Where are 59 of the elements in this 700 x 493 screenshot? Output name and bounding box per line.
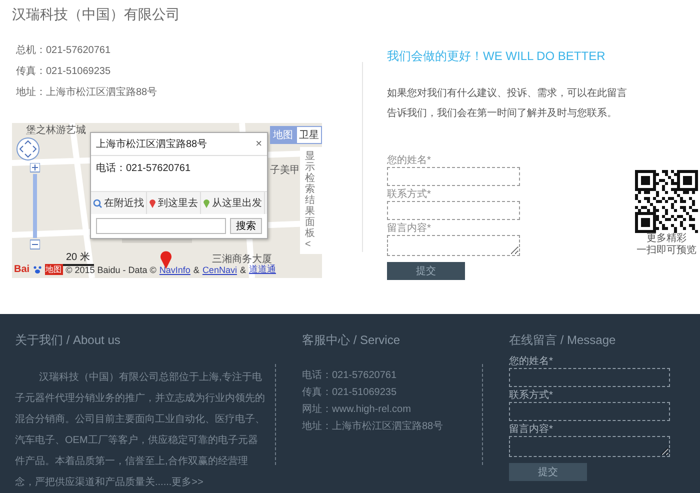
- copyright-link[interactable]: 道道通: [248, 263, 276, 276]
- map-label: 三湘商务大厦: [212, 252, 272, 265]
- footer-title: 在线留言 / Message: [509, 332, 617, 349]
- service-line: 地址：上海市松江区泗宝路88号: [302, 420, 444, 434]
- message-textarea[interactable]: [509, 436, 670, 457]
- qr-caption: 一扫即可预览: [636, 245, 696, 257]
- more-link[interactable]: 更多>>: [172, 477, 204, 488]
- search-button[interactable]: 搜索: [230, 218, 262, 234]
- popup-phone: 电话：021-57620761: [95, 162, 192, 176]
- field-label: 联系方式*: [387, 188, 432, 201]
- pan-control-icon[interactable]: [16, 137, 40, 161]
- contact-line: 地址：上海市松江区泗宝路88号: [15, 86, 158, 100]
- close-button[interactable]: ×: [256, 137, 262, 151]
- footer-title: 客服中心 / Service: [302, 332, 402, 349]
- feedback-textarea[interactable]: [387, 235, 520, 256]
- feedback-input[interactable]: [387, 201, 520, 220]
- service-line: 网址：www.high-rel.com: [302, 402, 412, 417]
- popup-action-button[interactable]: 从这里出发: [201, 192, 265, 214]
- popup-action-button[interactable]: 在附近找: [91, 192, 147, 214]
- map-logo: Bai: [14, 264, 30, 275]
- feedback-input[interactable]: [387, 167, 520, 186]
- field-label: 联系方式*: [509, 389, 554, 402]
- map-type-tab[interactable]: 卫星: [296, 126, 322, 144]
- field-label: 留言内容*: [509, 423, 554, 436]
- copyright-link[interactable]: CenNavi: [202, 264, 237, 274]
- service-line: 传真：021-51069235: [302, 386, 398, 400]
- pin-icon: [149, 198, 156, 208]
- submit-button[interactable]: 提交: [387, 262, 465, 280]
- map-logo-suffix: 地图: [44, 264, 63, 275]
- qr-caption: 更多精彩: [646, 233, 686, 244]
- service-line: 电话：021-57620761: [302, 368, 398, 383]
- zoom-slider-icon[interactable]: [30, 163, 40, 251]
- copyright-text: © 2015 Baidu - Data ©: [66, 264, 156, 274]
- contact-line: 总机：021-57620761: [15, 44, 112, 58]
- search-icon: [93, 198, 102, 208]
- search-input[interactable]: [96, 218, 226, 234]
- pin-icon: [203, 198, 210, 208]
- about-text: 汉瑞科技（中国）有限公司总部位于上海,专注于电子元器件代理分销业务的推广，并立志成为行业内领先的混合分销商。公司目前主要面向工业自动化、医疗电子、汽车电子、OEM工厂等客户，供应稳定可靠的电子元器件产品。本着品质第一，信誉至上,合作双赢的经营理念，严把供应渠道和产品质量关......更多>>: [15, 370, 265, 490]
- feedback-heading: 我们会做的更好！WE WILL DO BETTER: [387, 48, 606, 64]
- submit-button[interactable]: 提交: [509, 463, 587, 481]
- map-label: 子美甲: [270, 164, 300, 177]
- popup-title: 上海市松江区泗宝路88号: [96, 138, 208, 151]
- copyright-link[interactable]: NavInfo: [159, 264, 190, 274]
- message-input[interactable]: [509, 368, 670, 387]
- map-label: 堡之林游艺城: [26, 124, 86, 137]
- field-label: 您的姓名*: [387, 154, 432, 167]
- message-input[interactable]: [509, 402, 670, 421]
- field-label: 留言内容*: [387, 222, 432, 235]
- qr-code: [635, 170, 698, 233]
- company-title: 汉瑞科技（中国）有限公司: [12, 5, 181, 24]
- footer-title: 关于我们 / About us: [15, 332, 122, 349]
- field-label: 您的姓名*: [509, 355, 554, 368]
- copyright-text: &: [193, 264, 200, 274]
- feedback-text: 如果您对我们有什么建议、投诉、需求，可以在此留言告诉我们，我们会在第一时间了解并及时与您联系。: [387, 86, 627, 121]
- paw-icon: [32, 265, 42, 274]
- popup-action-button[interactable]: 到这里去: [147, 192, 201, 214]
- results-panel-toggle[interactable]: 显示检索结果面板<: [300, 147, 322, 254]
- copyright-text: &: [240, 264, 246, 274]
- contact-line: 传真：021-51069235: [15, 64, 112, 79]
